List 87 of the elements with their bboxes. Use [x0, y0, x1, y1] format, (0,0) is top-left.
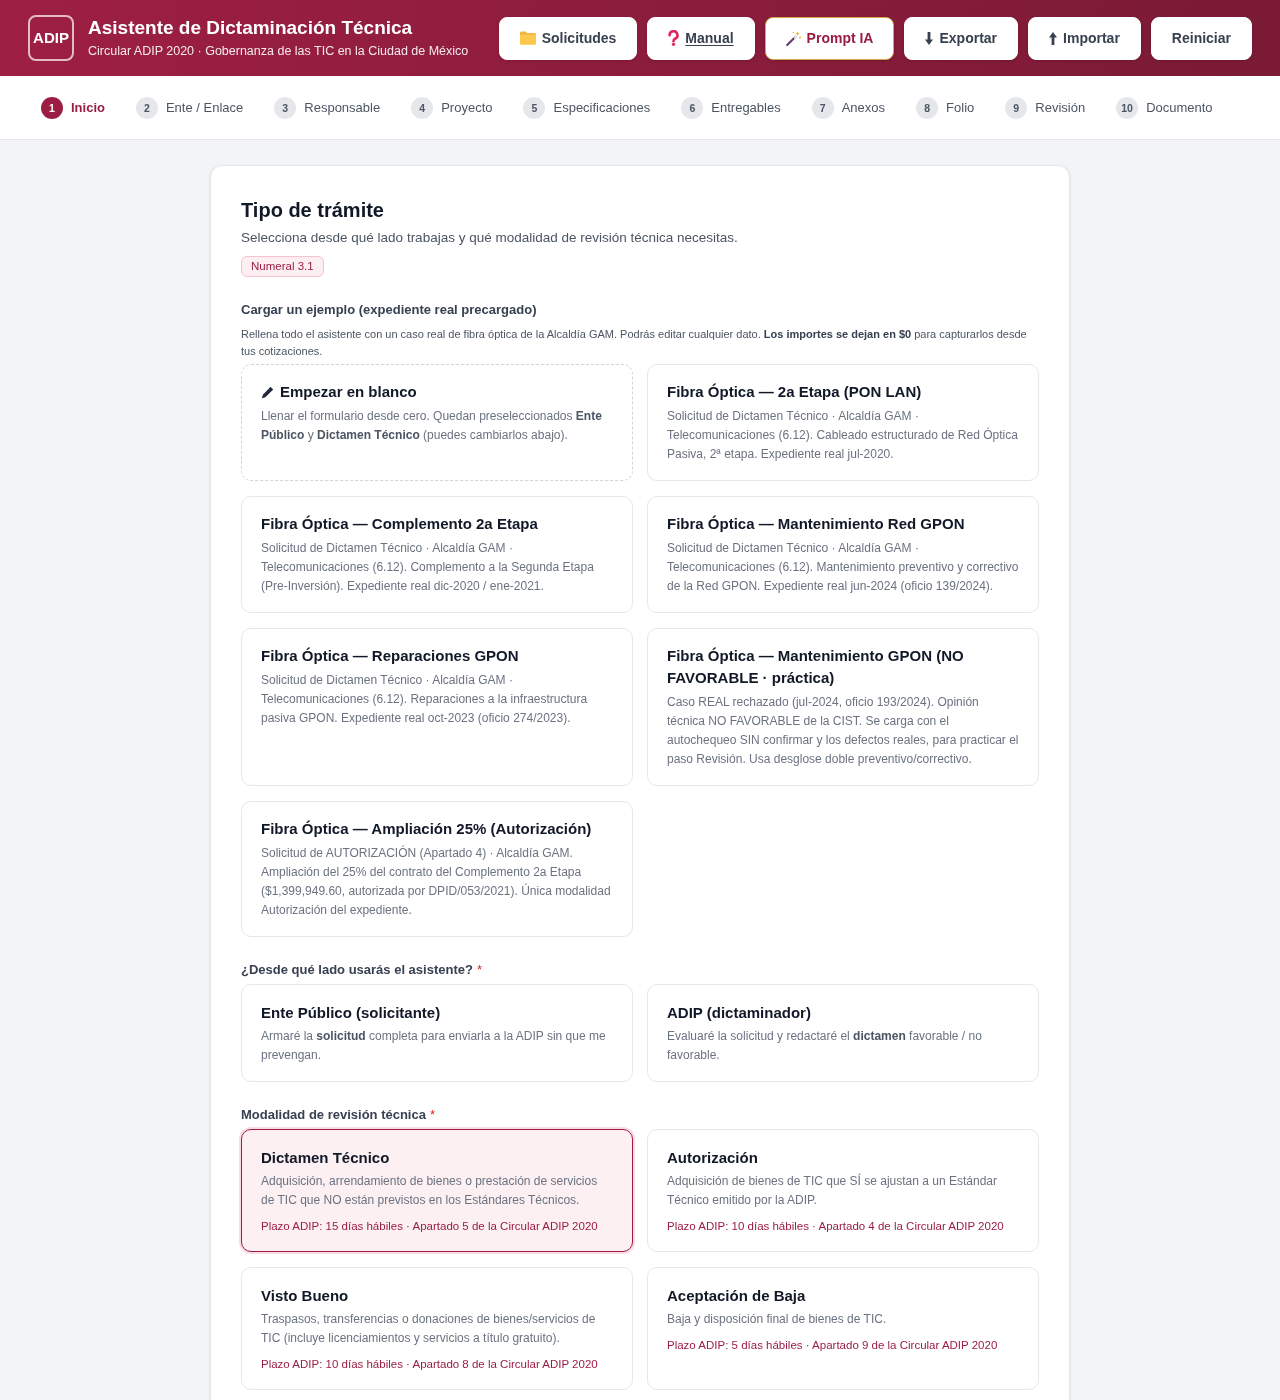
option-card[interactable]: Ente Público (solicitante) Armaré la solicitud completa para enviarla a la ADIP sin que me prevengan.: [241, 984, 633, 1082]
option-card[interactable]: Autorización Adquisición de bienes de TIC que SÍ se ajustan a un Estándar Técnico emitido por la ADIP. Plazo ADIP: 10 días hábiles · Apartado 4 de la Circular ADIP 2020: [647, 1129, 1039, 1252]
step-tab[interactable]: 4 Proyecto: [411, 96, 493, 119]
card-description: Adquisición de bienes de TIC que SÍ se ajustan a un Estándar Técnico emitido por la ADIP.: [667, 1172, 998, 1209]
step-tab[interactable]: 6 Entregables: [681, 96, 781, 119]
step-number: 3: [274, 96, 297, 119]
deadline-text: Plazo ADIP: 15 días hábiles · Apartado 5 de la Circular ADIP 2020: [261, 1219, 599, 1234]
card-title: Fibra Óptica — Mantenimiento Red GPON: [667, 514, 965, 534]
step-tab[interactable]: 2 Ente / Enlace: [135, 96, 244, 119]
up-arrow-icon: [1049, 31, 1058, 45]
example-card[interactable]: [241, 801, 633, 937]
field-label: Cargar un ejemplo (expediente real precargado): [241, 301, 538, 319]
step-number: 10: [1116, 96, 1139, 119]
card-title: Autorización: [667, 1148, 759, 1168]
card-description: Solicitud de Dictamen Técnico · Alcaldía GAM · Telecomunicaciones (6.12). Complemento a la Segunda Etapa (Pre-Inversión). Expediente real dic-2020 / ene-2021.: [261, 540, 595, 595]
down-arrow-icon: [925, 31, 934, 45]
example-card[interactable]: Fibra Óptica — Complemento 2a Etapa Solicitud de Dictamen Técnico · Alcaldía GAM · Telecomunicaciones (6.12). Complemento a la Segunda Etapa (Pre-Inversión). Expediente real dic-2020 / ene-2021.: [241, 496, 633, 613]
export-button[interactable]: Exportar: [904, 16, 1019, 60]
pencil-icon: [261, 385, 274, 399]
app-title: Asistente de Dictaminación Técnica: [88, 16, 414, 39]
card-title: Ente Público (solicitante): [261, 1003, 442, 1023]
example-card[interactable]: [647, 496, 1039, 613]
card-description: Solicitud de Dictamen Técnico · Alcaldía GAM · Telecomunicaciones (6.12). Reparaciones a la infraestructura pasiva GPON. Expediente real oct-2023 (oficio 274/2023).: [261, 672, 589, 727]
step-number: 9: [1005, 96, 1028, 119]
example-card[interactable]: Fibra Óptica — 2a Etapa (PON LAN) Solicitud de Dictamen Técnico · Alcaldía GAM · Telecomunicaciones (6.12). Cableado estructurado de Red Óptica Pasiva, 2ª etapa. Expediente real jul-2020.: [647, 364, 1039, 481]
magic-wand-icon: [785, 30, 801, 46]
step-tab[interactable]: 10 Documento: [1116, 96, 1213, 119]
logo: ADIP: [28, 15, 74, 61]
card-description: Solicitud de Dictamen Técnico · Alcaldía GAM · Telecomunicaciones (6.12). Cableado estructurado de Red Óptica Pasiva, 2ª etapa. Expediente real jul-2020.: [667, 408, 1019, 463]
card-description: Solicitud de AUTORIZACIÓN (Apartado 4) · Alcaldía GAM. Ampliación del 25% del contrato del Complemento 2a Etapa ($1,399,949.60, autorizada por DPID/053/2021). Única modalidad Autorización del expediente.: [261, 844, 612, 919]
card-description: Solicitud de Dictamen Técnico · Alcaldía GAM · Telecomunicaciones (6.12). Mantenimiento preventivo y correctivo de la Red GPON. Expediente real jun-2024 (oficio 139/2024).: [667, 540, 1019, 595]
card-title: Fibra Óptica — 2a Etapa (PON LAN): [667, 382, 922, 402]
manual-button[interactable]: Manual: [647, 16, 755, 60]
card-description: Traspasos, transferencias o donaciones de bienes/servicios de TIC (incluye licenciamientos y servicios a título gratuito).: [261, 1311, 597, 1347]
card-title: Empezar en blanco: [280, 382, 417, 402]
required-mark: *: [429, 1106, 435, 1124]
step-tab[interactable]: 7 Anexos: [811, 96, 886, 119]
step-tab[interactable]: 9 Revisión: [1005, 96, 1086, 119]
example-card[interactable]: [647, 628, 1039, 786]
option-card[interactable]: ADIP (dictaminador) Evaluaré la solicitud y redactaré el dictamen favorable / no favorable.: [647, 984, 1039, 1082]
option-card[interactable]: Aceptación de Baja Baja y disposición final de bienes de TIC. Plazo ADIP: 5 días hábiles · Apartado 9 de la Circular ADIP 2020: [647, 1267, 1039, 1390]
card-title: Fibra Óptica — Ampliación 25% (Autorización): [261, 819, 592, 839]
section-title: Tipo de trámite: [241, 198, 385, 223]
examples-description: Rellena todo el asistente con un caso real de fibra óptica de la Alcaldía GAM. Podrás editar cualquier dato. Los importes se dejan en $0 para capturarlos desde tus cotizaciones.: [241, 327, 1028, 359]
card-description: Baja y disposición final de bienes de TIC.: [667, 1311, 888, 1328]
field-label: Modalidad de revisión técnica: [241, 1106, 426, 1124]
section-description: Selecciona desde qué lado trabajas y qué modalidad de revisión técnica necesitas.: [241, 229, 739, 247]
card-title: Fibra Óptica — Mantenimiento GPON (NO FAVORABLE · práctica): [667, 646, 965, 688]
numeral-badge: Numeral 3.1: [241, 256, 324, 277]
requests-button[interactable]: Solicitudes: [498, 16, 638, 60]
prompt-button[interactable]: Prompt IA: [764, 16, 895, 60]
step-number: 8: [916, 96, 939, 119]
question-mark-icon: [668, 30, 680, 46]
step-number: 2: [135, 96, 158, 119]
step-tab[interactable]: 3 Responsable: [274, 96, 381, 119]
example-card[interactable]: Empezar en blanco Llenar el formulario desde cero. Quedan preseleccionados Ente Público y Dictamen Técnico (puedes cambiarlos abajo).: [241, 364, 633, 481]
card-description: Adquisición, arrendamiento de bienes o prestación de servicios de TIC que NO están previstos en los Estándares Técnicos.: [261, 1173, 599, 1209]
step-number: 4: [411, 96, 434, 119]
import-button[interactable]: Importar: [1028, 16, 1141, 60]
option-card[interactable]: [241, 1129, 633, 1252]
card-description: Llenar el formulario desde cero. Quedan preseleccionados Ente Público y Dictamen Técnico (puedes cambiarlos abajo).: [261, 408, 603, 444]
folder-icon: [519, 31, 536, 45]
step-number: 6: [681, 96, 704, 119]
field-label: ¿Desde qué lado usarás el asistente?: [241, 961, 473, 979]
card-title: Aceptación de Baja: [667, 1286, 807, 1306]
step-number: 1: [41, 96, 63, 119]
step-tab[interactable]: 8 Folio: [916, 96, 975, 119]
card-title: Fibra Óptica — Complemento 2a Etapa: [261, 514, 538, 534]
deadline-text: Plazo ADIP: 5 días hábiles · Apartado 9 de la Circular ADIP 2020: [667, 1338, 999, 1353]
example-card[interactable]: Fibra Óptica — Reparaciones GPON Solicitud de Dictamen Técnico · Alcaldía GAM · Telecomunicaciones (6.12). Reparaciones a la infraestructura pasiva GPON. Expediente real oct-2023 (oficio 274/2023).: [241, 628, 633, 786]
reset-button[interactable]: Reiniciar: [1150, 16, 1252, 60]
step-tab[interactable]: 1 Inicio: [41, 96, 105, 119]
deadline-text: Plazo ADIP: 10 días hábiles · Apartado 4 de la Circular ADIP 2020: [667, 1219, 1005, 1234]
card-description: Caso REAL rechazado (jul-2024, oficio 193/2024). Opinión técnica NO FAVORABLE de la CIST. Se carga con el autochequeo SIN confirmar y los defectos reales, para practicar el paso Revisión. Usa desglose doble preventivo/correctivo.: [667, 694, 1019, 768]
required-mark: *: [476, 961, 482, 979]
card-description: Evaluaré la solicitud y redactaré el dictamen favorable / no favorable.: [667, 1028, 983, 1064]
app-subtitle: Circular ADIP 2020 · Gobernanza de las TIC en la Ciudad de México: [88, 43, 469, 60]
deadline-text: Plazo ADIP: 10 días hábiles · Apartado 8 de la Circular ADIP 2020: [261, 1357, 599, 1372]
step-number: 7: [811, 96, 834, 119]
option-card[interactable]: Visto Bueno Traspasos, transferencias o donaciones de bienes/servicios de TIC (incluye licenciamientos y servicios a título gratuito). Plazo ADIP: 10 días hábiles · Apartado 8 de la Circular ADIP 2020: [241, 1267, 633, 1390]
card-title: Dictamen Técnico: [261, 1148, 391, 1168]
card-description: Armaré la solicitud completa para enviarla a la ADIP sin que me prevengan.: [261, 1028, 607, 1064]
card-title: Fibra Óptica — Reparaciones GPON: [261, 646, 519, 666]
step-tab[interactable]: 5 Especificaciones: [523, 96, 651, 119]
card-title: Visto Bueno: [261, 1286, 350, 1306]
card-title: ADIP (dictaminador): [667, 1003, 812, 1023]
step-number: 5: [523, 96, 546, 119]
